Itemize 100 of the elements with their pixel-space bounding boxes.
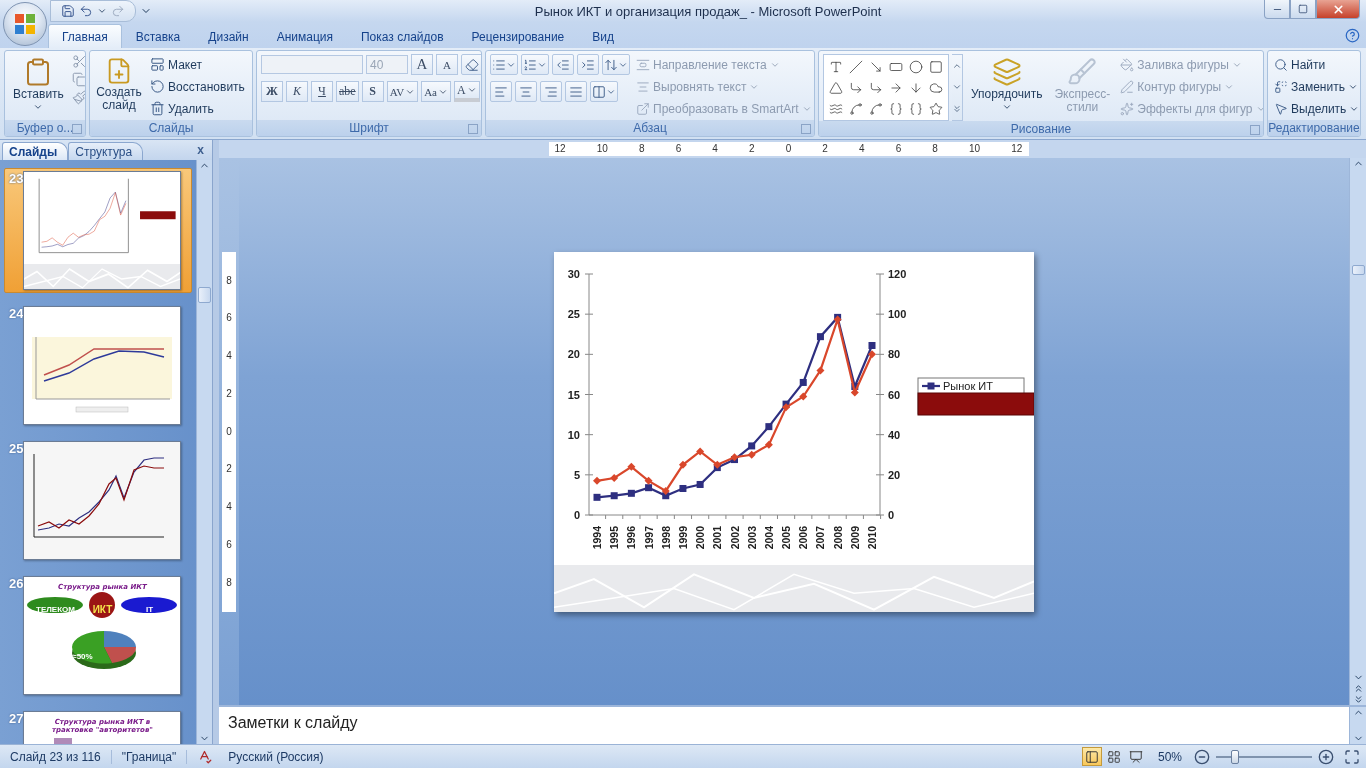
ribbon-command[interactable]: Найти <box>1272 54 1360 75</box>
ribbon-tab[interactable]: Дизайн <box>194 24 263 48</box>
group-label: Абзац <box>633 121 667 135</box>
slide-counter: Слайд 23 из 116 <box>0 749 112 764</box>
ribbon-command[interactable]: Восстановить <box>148 76 247 97</box>
ruler-number: 12 <box>554 144 566 154</box>
close-button[interactable]: x <box>195 143 206 157</box>
window-title: Рынок ИКТ и организация продаж_ - Microsoft PowerPoint <box>533 3 883 19</box>
ruler-number: 6 <box>226 539 232 550</box>
ribbon-tab[interactable]: Вставка <box>121 24 195 48</box>
format-button[interactable]: К <box>286 81 308 102</box>
axis-label: 2008 <box>831 525 844 549</box>
zoom-level: 50% <box>1156 749 1183 764</box>
grow-font-button[interactable]: A <box>411 54 433 75</box>
ruler-number: 0 <box>226 426 232 437</box>
axis-label: 2004 <box>762 525 775 549</box>
ruler-number: 8 <box>932 144 938 154</box>
ruler-number: 4 <box>226 351 232 361</box>
ribbon-tab[interactable]: Вид <box>578 24 628 48</box>
ruler-number: 6 <box>675 144 682 154</box>
format-button[interactable]: Aa <box>421 81 451 102</box>
ruler-number: 10 <box>596 144 608 154</box>
axis-label: 2007 <box>814 525 827 549</box>
axis-label: 2000 <box>694 525 707 549</box>
ruler-number: 10 <box>969 144 981 154</box>
diagram-label: ТЕЛЕКОМ <box>36 605 75 614</box>
format-button[interactable]: S <box>361 81 384 102</box>
shrink-font-button[interactable]: A <box>436 54 458 75</box>
axis-label: 2005 <box>780 525 793 549</box>
font-color-button[interactable]: A <box>453 81 480 102</box>
ruler-number: 4 <box>712 144 718 154</box>
diagram-label: IT <box>145 605 153 614</box>
ruler-number: 12 <box>1011 144 1023 154</box>
ribbon-tab[interactable]: Показ слайдов <box>347 24 458 48</box>
axis-label: 20 <box>567 347 580 360</box>
group-label: Рисование <box>1010 121 1072 136</box>
ruler-number: 8 <box>226 275 232 286</box>
axis-label: 40 <box>888 428 901 441</box>
axis-label: 5 <box>573 468 580 481</box>
axis-label: 100 <box>888 307 907 320</box>
axis-label: 2006 <box>797 525 810 549</box>
ribbon-command[interactable]: Выделить <box>1272 98 1360 119</box>
axis-label: 1996 <box>625 525 638 549</box>
format-button[interactable]: abe <box>336 81 359 102</box>
ruler-number: 6 <box>895 144 902 154</box>
group-label: Редактирование <box>1268 121 1360 135</box>
panel-tab[interactable]: Слайды <box>2 142 69 160</box>
new-slide-button[interactable]: Создать слайд <box>94 54 144 115</box>
axis-label: 2001 <box>711 525 724 549</box>
ruler-number: 2 <box>822 144 828 154</box>
ribbon-tab[interactable]: Анимация <box>262 24 347 48</box>
panel-tab[interactable]: Структура <box>68 142 144 160</box>
axis-label: 1999 <box>676 525 689 549</box>
diagram-label: ИКТ <box>92 604 113 615</box>
axis-label: 30 <box>567 267 580 280</box>
format-button[interactable]: Ч <box>311 81 333 102</box>
pie-label: ≈50% <box>72 652 93 661</box>
axis-label: 60 <box>888 388 901 400</box>
group-label: Слайды <box>148 121 194 135</box>
ruler-number: 6 <box>226 313 232 324</box>
group-label: Буфер о... <box>16 121 74 135</box>
ribbon-command[interactable]: Заменить <box>1272 76 1360 97</box>
ribbon-command[interactable]: Удалить <box>148 98 247 119</box>
axis-label: 2010 <box>866 525 878 549</box>
axis-label: 120 <box>888 267 907 280</box>
slide-number: 23 <box>9 171 24 188</box>
axis-label: 2009 <box>848 525 861 549</box>
ruler-number: 0 <box>785 144 792 154</box>
ribbon-tab[interactable]: Рецензирование <box>457 24 579 48</box>
axis-label: 20 <box>888 468 901 481</box>
ruler-number: 2 <box>226 464 232 475</box>
slide-number: 26 <box>9 576 24 593</box>
axis-label: 80 <box>888 347 901 360</box>
slide-number: 25 <box>9 441 24 458</box>
axis-label: 1998 <box>659 525 672 549</box>
format-button[interactable]: Ж <box>261 81 283 102</box>
theme-name: "Граница" <box>111 749 188 764</box>
legend-label: Рынок ИТ <box>943 379 993 392</box>
axis-label: 1994 <box>591 525 603 549</box>
format-button[interactable]: AV <box>386 81 419 102</box>
axis-label: 2003 <box>745 525 758 549</box>
ribbon-command[interactable]: Макет <box>148 54 247 75</box>
slide-number: 27 <box>9 711 24 728</box>
notes-field[interactable]: Заметки к слайду <box>219 707 1349 744</box>
axis-label: 1997 <box>642 525 655 549</box>
ruler-number: 2 <box>749 144 755 154</box>
ruler-number: 8 <box>226 577 232 588</box>
language-label: Русский (Россия) <box>227 749 325 764</box>
arrange-button[interactable]: Упорядочить <box>967 54 1047 115</box>
paste-button[interactable]: Вставить <box>9 54 68 115</box>
ribbon-tab[interactable]: Главная <box>48 24 122 48</box>
axis-label: 0 <box>573 508 580 521</box>
axis-label: 2002 <box>728 525 741 549</box>
axis-label: 25 <box>567 307 580 320</box>
ruler-number: 2 <box>226 388 232 399</box>
ruler-number: 4 <box>226 502 232 512</box>
ruler-number: 4 <box>859 144 865 154</box>
axis-label: 10 <box>567 428 580 441</box>
axis-label: 1995 <box>608 525 621 549</box>
group-label: Шрифт <box>349 121 389 135</box>
